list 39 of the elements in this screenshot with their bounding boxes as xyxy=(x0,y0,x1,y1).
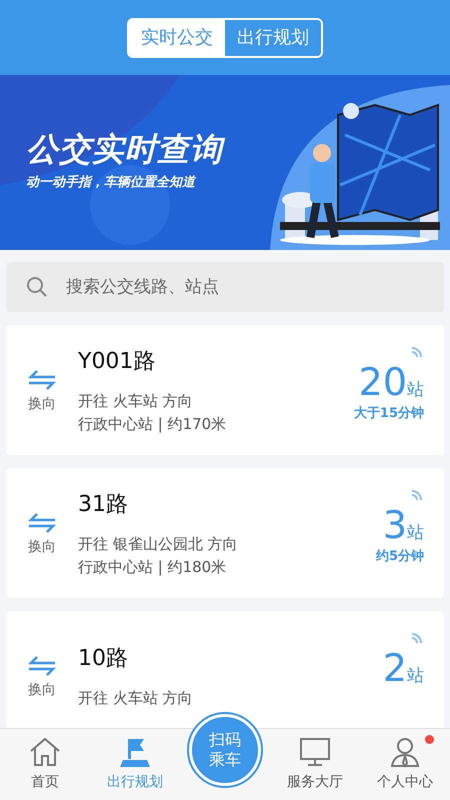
swap-label[interactable]: 换向 xyxy=(28,680,56,700)
arrival-time: 大于15分钟 xyxy=(354,404,424,422)
nav-tab[interactable]: 首页 xyxy=(0,729,90,800)
direction-text: 开往 火车站 方向 xyxy=(78,688,194,710)
home-icon xyxy=(28,736,62,768)
nav-tab[interactable]: 服务大厅 xyxy=(270,729,360,800)
route-name: 10路 xyxy=(78,645,129,674)
swap-label[interactable]: 换向 xyxy=(28,394,56,414)
direction-text: 开往 火车站 方向 xyxy=(78,391,194,412)
banner-subtitle: 动一动手指，车辆位置全知道 xyxy=(26,174,198,192)
route-name: Y001路 xyxy=(78,348,156,376)
route-card[interactable]: 换向 10路 开往 火车站 方向 2 站 xyxy=(6,611,444,728)
tab[interactable]: 实时公交 xyxy=(129,20,225,56)
signal-icon xyxy=(410,488,424,502)
banner-title: 公交实时查询 xyxy=(26,133,223,165)
stop-count: 3 xyxy=(382,506,407,544)
signal-icon xyxy=(410,631,424,645)
arrival-time: 约5分钟 xyxy=(376,548,424,566)
route-card[interactable]: 换向 Y001路 开往 火车站 方向 行政中心站 | 约170米 20站 大于15分钟 xyxy=(6,325,444,455)
signal-icon xyxy=(410,345,424,359)
search-icon xyxy=(26,276,48,298)
route-name: 31路 xyxy=(78,491,129,519)
swap-label[interactable]: 换向 xyxy=(28,536,56,558)
stop-unit: 站 xyxy=(407,665,424,688)
flag-icon xyxy=(118,736,152,768)
station-text: 行政中心站 | 约170米 xyxy=(78,414,228,434)
search-field[interactable]: 搜索公交线路、站点 xyxy=(6,262,444,312)
scan-ride-button[interactable]: 扫码乘车 xyxy=(189,714,261,786)
station-text: 行政中心站 | 约180米 xyxy=(78,556,228,578)
person-icon xyxy=(388,736,422,768)
stop-count: 2 xyxy=(382,649,407,687)
stop-unit: 站 xyxy=(407,522,424,545)
nav-tab[interactable]: 出行规划 xyxy=(90,729,180,800)
route-card[interactable]: 换向 31路 开往 银雀山公园北 方向 行政中心站 | 约180米 3站 约5分钟 xyxy=(6,468,444,598)
stop-count: 20 xyxy=(358,363,407,401)
direction-text: 开往 银雀山公园北 方向 xyxy=(78,534,239,555)
monitor-icon xyxy=(298,736,332,768)
nav-tab[interactable]: 个人中心 xyxy=(360,729,450,800)
stop-unit: 站 xyxy=(407,379,424,402)
